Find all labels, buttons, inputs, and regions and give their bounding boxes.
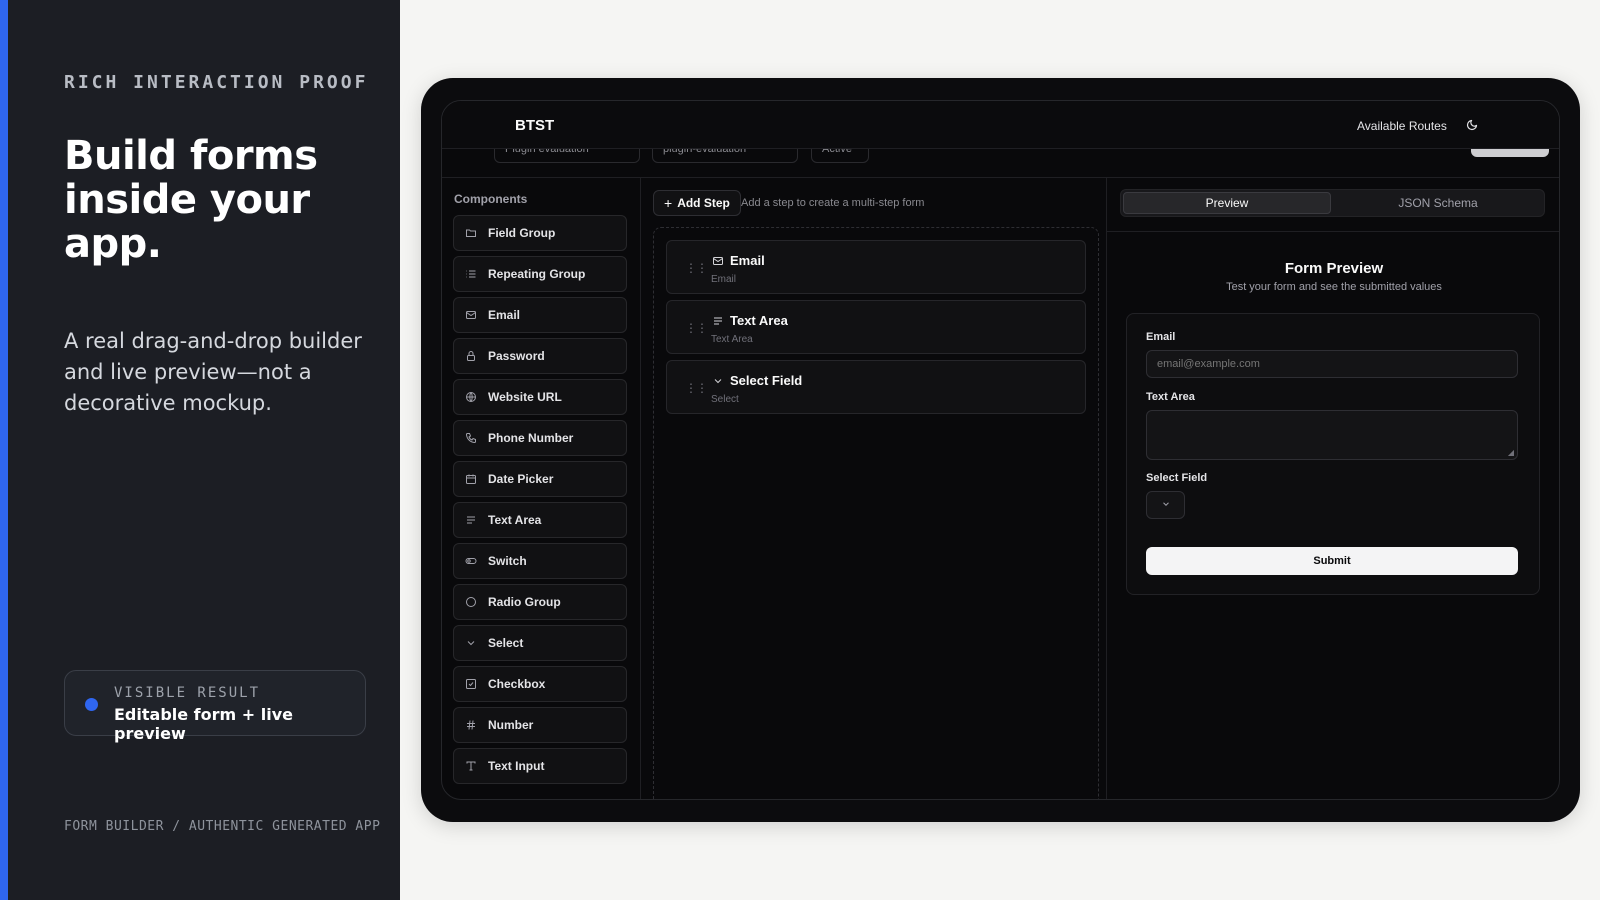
components-title: Components bbox=[454, 192, 528, 206]
footer-caption: FORM BUILDER / AUTHENTIC GENERATED APP bbox=[64, 819, 381, 834]
status-dot bbox=[85, 698, 98, 711]
preview-tabs: Preview JSON Schema bbox=[1120, 189, 1545, 217]
field-type: Select bbox=[711, 394, 739, 405]
tabs-divider bbox=[1107, 231, 1559, 232]
text-area-label: Text Area bbox=[1146, 391, 1195, 403]
field-card-select[interactable]: ⋮⋮ Select Field Select bbox=[666, 360, 1086, 414]
result-value: Editable form + live preview bbox=[114, 705, 293, 743]
visible-result-card: VISIBLE RESULT Editable form + live prev… bbox=[64, 670, 366, 743]
tab-json-schema[interactable]: JSON Schema bbox=[1334, 192, 1542, 214]
component-radio-group[interactable]: Radio Group bbox=[453, 584, 627, 620]
chevron-down-icon bbox=[464, 636, 478, 650]
moon-icon[interactable] bbox=[1461, 114, 1483, 136]
preview-form: Email Text Area ◢ Select Field Submit bbox=[1126, 313, 1540, 595]
component-email[interactable]: Email bbox=[453, 297, 627, 333]
toggle-icon bbox=[464, 554, 478, 568]
drag-handle-icon[interactable]: ⋮⋮ bbox=[685, 261, 708, 275]
hash-icon bbox=[464, 718, 478, 732]
device-frame: Plugin evaluation plugin-evaluation Acti… bbox=[421, 78, 1580, 822]
lock-icon bbox=[464, 349, 478, 363]
mail-icon bbox=[464, 308, 478, 322]
add-step-label: Add Step bbox=[677, 196, 730, 210]
component-label: Radio Group bbox=[488, 595, 561, 609]
headline: Build forms inside your app. bbox=[64, 133, 318, 267]
globe-icon bbox=[464, 390, 478, 404]
preview-title: Form Preview bbox=[1284, 260, 1384, 277]
component-label: Website URL bbox=[488, 390, 562, 404]
type-icon bbox=[464, 759, 478, 773]
result-label: VISIBLE RESULT bbox=[114, 685, 261, 701]
step-hint: Add a step to create a multi-step form bbox=[741, 197, 925, 209]
text-area-field[interactable]: ◢ bbox=[1146, 410, 1518, 460]
phone-icon bbox=[464, 431, 478, 445]
app-screen: Plugin evaluation plugin-evaluation Acti… bbox=[441, 100, 1560, 800]
component-number[interactable]: Number bbox=[453, 707, 627, 743]
field-name: Email bbox=[730, 253, 765, 268]
component-password[interactable]: Password bbox=[453, 338, 627, 374]
component-label: Phone Number bbox=[488, 431, 574, 445]
component-website-url[interactable]: Website URL bbox=[453, 379, 627, 415]
component-label: Email bbox=[488, 308, 521, 322]
mail-icon bbox=[711, 254, 725, 268]
resize-handle-icon[interactable]: ◢ bbox=[1508, 448, 1514, 457]
text-align-icon bbox=[464, 513, 478, 527]
component-label: Repeating Group bbox=[488, 267, 586, 281]
email-field[interactable] bbox=[1146, 350, 1518, 378]
folder-icon bbox=[464, 226, 478, 240]
field-card-text-area[interactable]: ⋮⋮ Text Area Text Area bbox=[666, 300, 1086, 354]
component-label: Text Input bbox=[488, 759, 545, 773]
components-panel: Components Field Group Repeating Group E… bbox=[442, 178, 641, 799]
email-label: Email bbox=[1146, 331, 1176, 343]
checkbox-icon bbox=[464, 677, 478, 691]
preview-panel: Preview JSON Schema Form Preview Test yo… bbox=[1107, 178, 1559, 799]
component-label: Select bbox=[488, 636, 524, 650]
component-label: Date Picker bbox=[488, 472, 554, 486]
builder-canvas: + Add Step Add a step to create a multi-… bbox=[641, 178, 1107, 799]
list-icon bbox=[464, 267, 478, 281]
component-label: Field Group bbox=[488, 226, 556, 240]
brand-logo[interactable]: BTST bbox=[515, 117, 554, 134]
text-align-icon bbox=[711, 314, 725, 328]
field-type: Text Area bbox=[711, 334, 753, 345]
subtitle: A real drag-and-drop builder and live pr… bbox=[64, 329, 362, 415]
eyebrow-text: RICH INTERACTION PROOF bbox=[64, 72, 369, 93]
drag-handle-icon[interactable]: ⋮⋮ bbox=[685, 381, 708, 395]
component-text-input[interactable]: Text Input bbox=[453, 748, 627, 784]
component-checkbox[interactable]: Checkbox bbox=[453, 666, 627, 702]
component-field-group[interactable]: Field Group bbox=[453, 215, 627, 251]
chevron-down-icon bbox=[711, 374, 725, 388]
field-name: Select Field bbox=[730, 373, 803, 388]
promo-panel: RICH INTERACTION PROOF Build forms insid… bbox=[0, 0, 400, 900]
component-date-picker[interactable]: Date Picker bbox=[453, 461, 627, 497]
component-select[interactable]: Select bbox=[453, 625, 627, 661]
accent-bar bbox=[0, 0, 8, 900]
component-label: Switch bbox=[488, 554, 527, 568]
component-label: Password bbox=[488, 349, 545, 363]
component-switch[interactable]: Switch bbox=[453, 543, 627, 579]
available-routes-link[interactable]: Available Routes bbox=[1357, 119, 1447, 133]
field-card-email[interactable]: ⋮⋮ Email Email bbox=[666, 240, 1086, 294]
component-phone-number[interactable]: Phone Number bbox=[453, 420, 627, 456]
tab-preview[interactable]: Preview bbox=[1123, 192, 1331, 214]
select-field[interactable] bbox=[1146, 491, 1185, 519]
field-name: Text Area bbox=[730, 313, 788, 328]
circle-icon bbox=[464, 595, 478, 609]
drop-zone[interactable]: ⋮⋮ Email Email ⋮⋮ Text Area Text Area ⋮⋮… bbox=[653, 227, 1099, 799]
calendar-icon bbox=[464, 472, 478, 486]
component-label: Number bbox=[488, 718, 534, 732]
component-label: Checkbox bbox=[488, 677, 546, 691]
drag-handle-icon[interactable]: ⋮⋮ bbox=[685, 321, 708, 335]
field-type: Email bbox=[711, 274, 737, 285]
select-field-label: Select Field bbox=[1146, 472, 1208, 484]
plus-icon: + bbox=[664, 195, 673, 211]
component-label: Text Area bbox=[488, 513, 542, 527]
add-step-button[interactable]: + Add Step bbox=[653, 190, 741, 216]
submit-button[interactable]: Submit bbox=[1146, 547, 1518, 575]
chevron-down-icon bbox=[1161, 496, 1171, 514]
top-bar: BTST Available Routes bbox=[442, 101, 1559, 149]
component-text-area[interactable]: Text Area bbox=[453, 502, 627, 538]
component-repeating-group[interactable]: Repeating Group bbox=[453, 256, 627, 292]
preview-subtitle: Test your form and see the submitted val… bbox=[1226, 281, 1442, 293]
